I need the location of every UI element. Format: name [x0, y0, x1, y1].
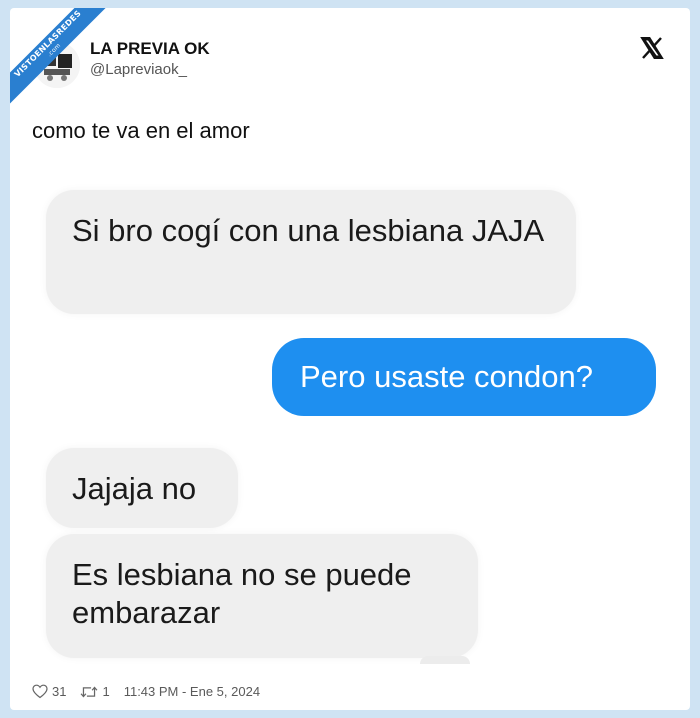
retweet-icon [81, 686, 98, 697]
chat-bubble-outgoing: Pero usaste condon? [272, 338, 656, 416]
retweet-count: 1 [102, 684, 110, 699]
tweet-timestamp[interactable]: 11:43 PM - Ene 5, 2024 [124, 684, 260, 699]
watermark-text: VISTOENLASREDES [12, 8, 83, 79]
chat-bubble-incoming: Jajaja no [46, 448, 238, 528]
x-logo-icon[interactable] [640, 36, 664, 60]
like-count: 31 [52, 684, 67, 699]
retweet-button[interactable]: 1 [80, 684, 110, 699]
tweet-card: VISTOENLASREDES .com LA PREVIA OK @Lapre… [10, 8, 690, 710]
like-button[interactable]: 31 [32, 684, 66, 699]
tweet-footer: 31 1 11:43 PM - Ene 5, 2024 [32, 684, 260, 699]
chat-bubble-incoming: Es lesbiana no se puede embarazar [46, 534, 478, 658]
chat-bubble-partial [420, 656, 470, 664]
heart-icon [32, 684, 48, 699]
chat-bubble-incoming: Si bro cogí con una lesbiana JAJA [46, 190, 576, 314]
watermark-ribbon: VISTOENLASREDES .com [10, 8, 130, 128]
